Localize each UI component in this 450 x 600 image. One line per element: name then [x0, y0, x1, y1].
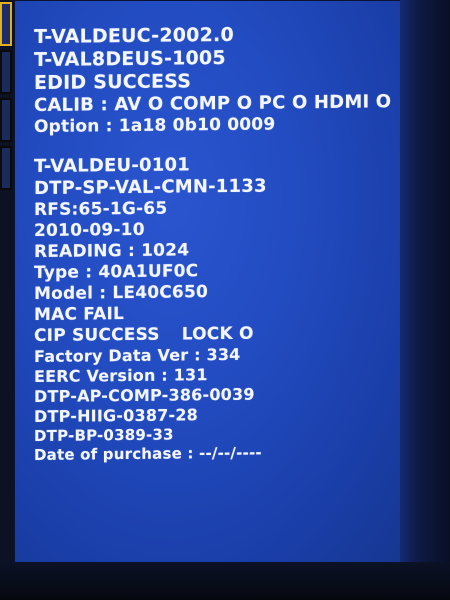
version-code: T-VALDEU-0101 — [34, 154, 190, 177]
mac-status: MAC FAIL — [34, 304, 125, 325]
menu-cell-selected[interactable] — [0, 2, 12, 46]
cip-status-row: CIP SUCCESS LOCK O — [34, 323, 404, 346]
firmware-main-version: T-VALDEUC-2002.0 — [34, 23, 234, 48]
service-info-text: T-VALDEUC-2002.0 T-VAL8DEUS-1005 EDID SU… — [34, 20, 404, 464]
model-name: Model : LE40C650 — [34, 282, 209, 304]
edid-status: EDID SUCCESS — [34, 70, 192, 94]
build-date: 2010-09-10 — [34, 219, 145, 241]
reading-value: READING : 1024 — [34, 240, 190, 262]
factory-data-version: Factory Data Ver : 334 — [34, 344, 241, 366]
firmware-sub-version: T-VAL8DEUS-1005 — [34, 46, 226, 71]
dtp-hiig-version: DTP-HIIG-0387-28 — [34, 405, 198, 426]
dtp-bp-version: DTP-BP-0389-33 — [34, 425, 174, 445]
calibration-status: CALIB : AV O COMP O PC O HDMI O — [34, 91, 392, 116]
tv-screen: T-VALDEUC-2002.0 T-VAL8DEUS-1005 EDID SU… — [0, 0, 450, 600]
screen-right-edge — [400, 0, 450, 600]
lock-status: LOCK O — [181, 323, 254, 345]
eerc-version: EERC Version : 131 — [34, 365, 208, 386]
menu-cell[interactable] — [0, 146, 12, 190]
cip-status: CIP SUCCESS — [34, 324, 160, 346]
dtp-ap-comp-version: DTP-AP-COMP-386-0039 — [34, 384, 255, 406]
menu-cell[interactable] — [0, 98, 12, 142]
menu-cell[interactable] — [0, 50, 12, 94]
dtp-sp-version: DTP-SP-VAL-CMN-1133 — [34, 175, 267, 199]
panel-type: Type : 40A1UF0C — [34, 261, 199, 283]
screen-bottom-edge — [0, 562, 450, 600]
rfs-version: RFS:65-1G-65 — [34, 198, 168, 220]
